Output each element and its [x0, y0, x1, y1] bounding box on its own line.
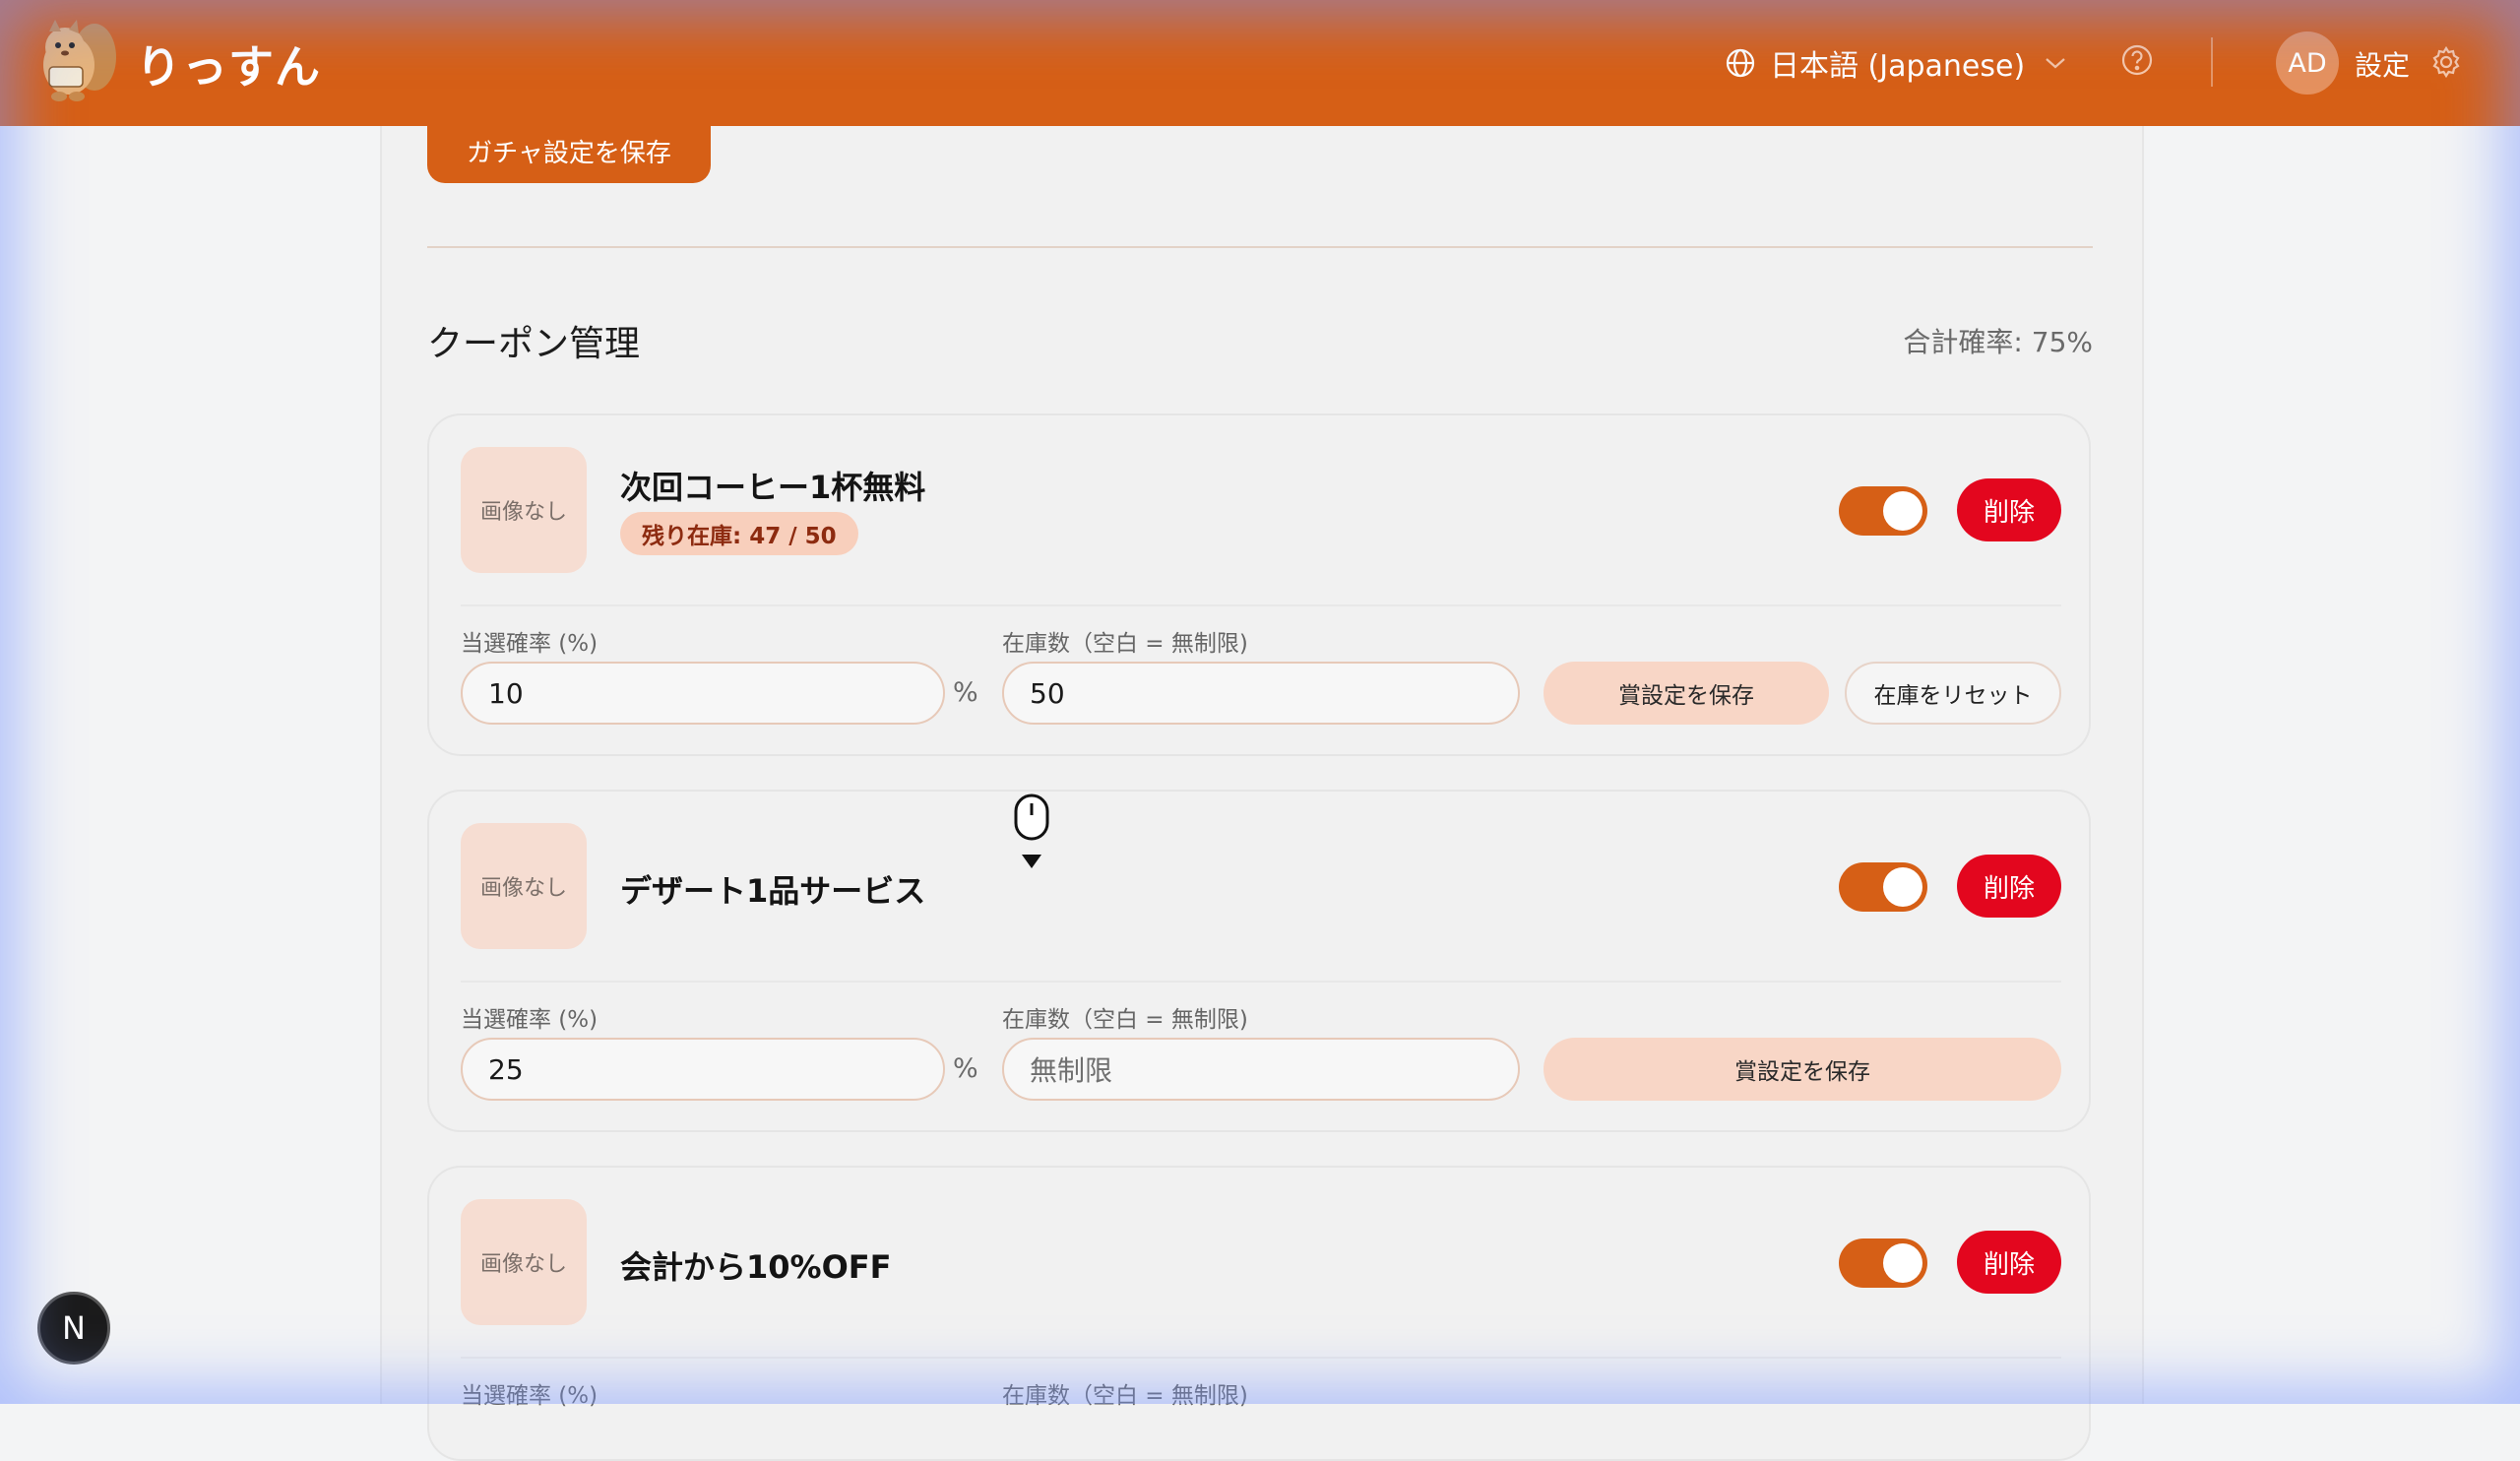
- coupon-image-placeholder[interactable]: 画像なし: [461, 823, 587, 949]
- gear-icon[interactable]: [2429, 45, 2463, 83]
- avatar[interactable]: AD: [2276, 32, 2339, 95]
- probability-label: 当選確率 (%): [461, 631, 598, 657]
- coupon-enabled-toggle[interactable]: [1839, 1239, 1927, 1288]
- probability-label: 当選確率 (%): [461, 1007, 598, 1033]
- coupon-name: 次回コーヒー1杯無料: [620, 469, 926, 506]
- brand-name[interactable]: りっすん: [136, 32, 321, 96]
- section-divider: [427, 246, 2093, 248]
- squirrel-logo-icon[interactable]: [35, 18, 120, 104]
- coupon-image-placeholder[interactable]: 画像なし: [461, 1199, 587, 1325]
- globe-icon: [1726, 48, 1755, 78]
- save-prize-button[interactable]: 賞設定を保存: [1544, 662, 1829, 725]
- coupon-card: 画像なし デザート1品サービス 削除 当選確率 (%) 25 % 在庫数（空白 …: [427, 790, 2091, 1132]
- language-label: 日本語 (Japanese): [1770, 49, 2026, 84]
- stock-remaining-badge: 残り在庫: 47 / 50: [620, 512, 858, 555]
- probability-input[interactable]: 10: [461, 662, 945, 725]
- delete-coupon-button[interactable]: 削除: [1957, 1231, 2061, 1294]
- percent-sign: %: [953, 677, 978, 708]
- coupon-name: 会計から10%OFF: [620, 1248, 892, 1286]
- save-prize-button[interactable]: 賞設定を保存: [1544, 1038, 2061, 1101]
- stock-label: 在庫数（空白 = 無制限): [1002, 1383, 1248, 1409]
- coupon-enabled-toggle[interactable]: [1839, 486, 1927, 536]
- total-probability: 合計確率: 75%: [1903, 326, 2093, 358]
- coupon-card: 画像なし 会計から10%OFF 削除 当選確率 (%) 在庫数（空白 = 無制限…: [427, 1166, 2091, 1461]
- stock-label: 在庫数（空白 = 無制限): [1002, 631, 1248, 657]
- coupon-name: デザート1品サービス: [620, 872, 926, 910]
- scroll-mouse-icon: [1008, 794, 1055, 876]
- top-navigation-bar: りっすん 日本語 (Japanese) AD 設定: [0, 0, 2520, 126]
- card-divider: [461, 604, 2061, 606]
- header-separator: [2211, 37, 2213, 87]
- coupon-section-title: クーポン管理: [427, 324, 641, 364]
- dev-tools-badge[interactable]: N: [37, 1292, 110, 1365]
- coupon-image-placeholder[interactable]: 画像なし: [461, 447, 587, 573]
- toggle-knob: [1883, 491, 1922, 531]
- reset-stock-button[interactable]: 在庫をリセット: [1845, 662, 2061, 725]
- language-selector[interactable]: 日本語 (Japanese): [1725, 37, 2080, 89]
- help-icon[interactable]: [2120, 43, 2154, 81]
- probability-label: 当選確率 (%): [461, 1383, 598, 1409]
- delete-coupon-button[interactable]: 削除: [1957, 478, 2061, 541]
- card-divider: [461, 1357, 2061, 1359]
- coupon-enabled-toggle[interactable]: [1839, 862, 1927, 912]
- toggle-knob: [1883, 1243, 1922, 1283]
- toggle-knob: [1883, 867, 1922, 907]
- probability-input[interactable]: 25: [461, 1038, 945, 1101]
- percent-sign: %: [953, 1053, 978, 1084]
- delete-coupon-button[interactable]: 削除: [1957, 855, 2061, 918]
- coupon-card: 画像なし 次回コーヒー1杯無料 残り在庫: 47 / 50 削除 当選確率 (%…: [427, 413, 2091, 756]
- chevron-down-icon: [2046, 58, 2065, 69]
- stock-label: 在庫数（空白 = 無制限): [1002, 1007, 1248, 1033]
- card-divider: [461, 981, 2061, 983]
- settings-label[interactable]: 設定: [2355, 44, 2410, 84]
- stock-input[interactable]: 無制限: [1002, 1038, 1520, 1101]
- stock-input[interactable]: 50: [1002, 662, 1520, 725]
